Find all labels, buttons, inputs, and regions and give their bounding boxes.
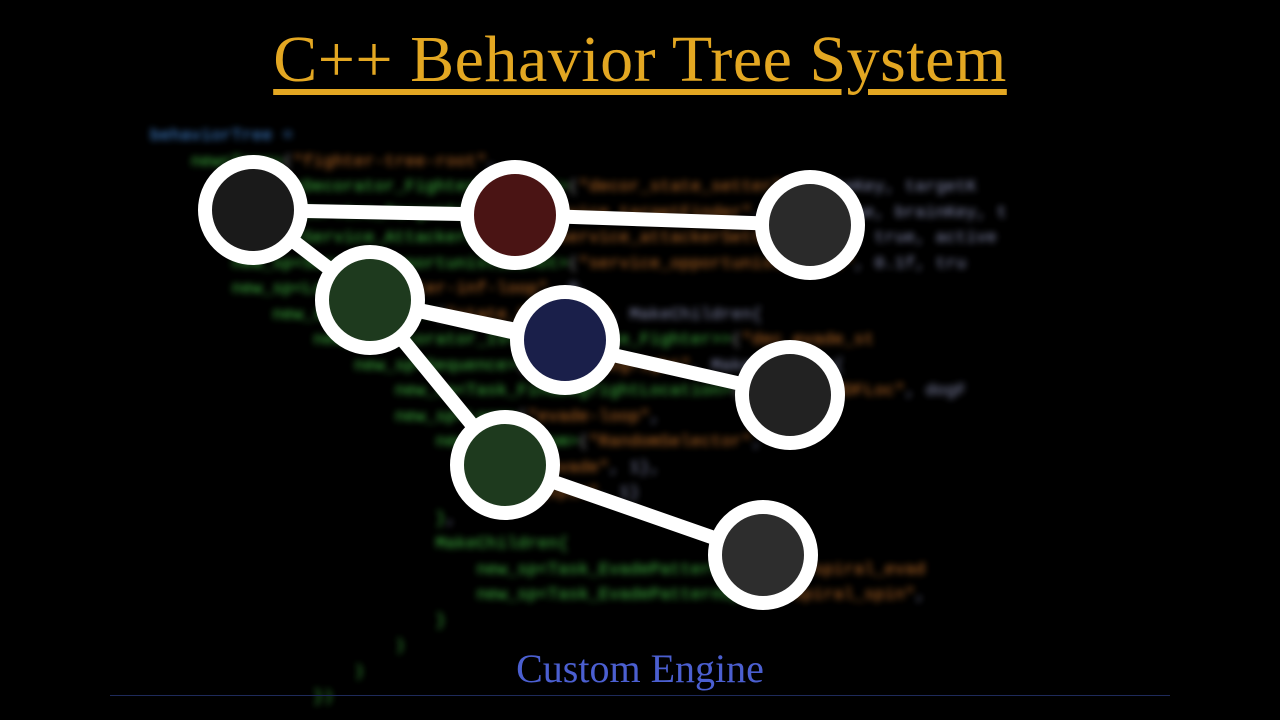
subtitle-rule — [110, 695, 1170, 696]
code-backdrop: behaviorTree = new<Tree>("fighter-tree-r… — [150, 124, 1140, 711]
page-subtitle: Custom Engine — [0, 645, 1280, 692]
page-title: C++ Behavior Tree System — [0, 22, 1280, 98]
